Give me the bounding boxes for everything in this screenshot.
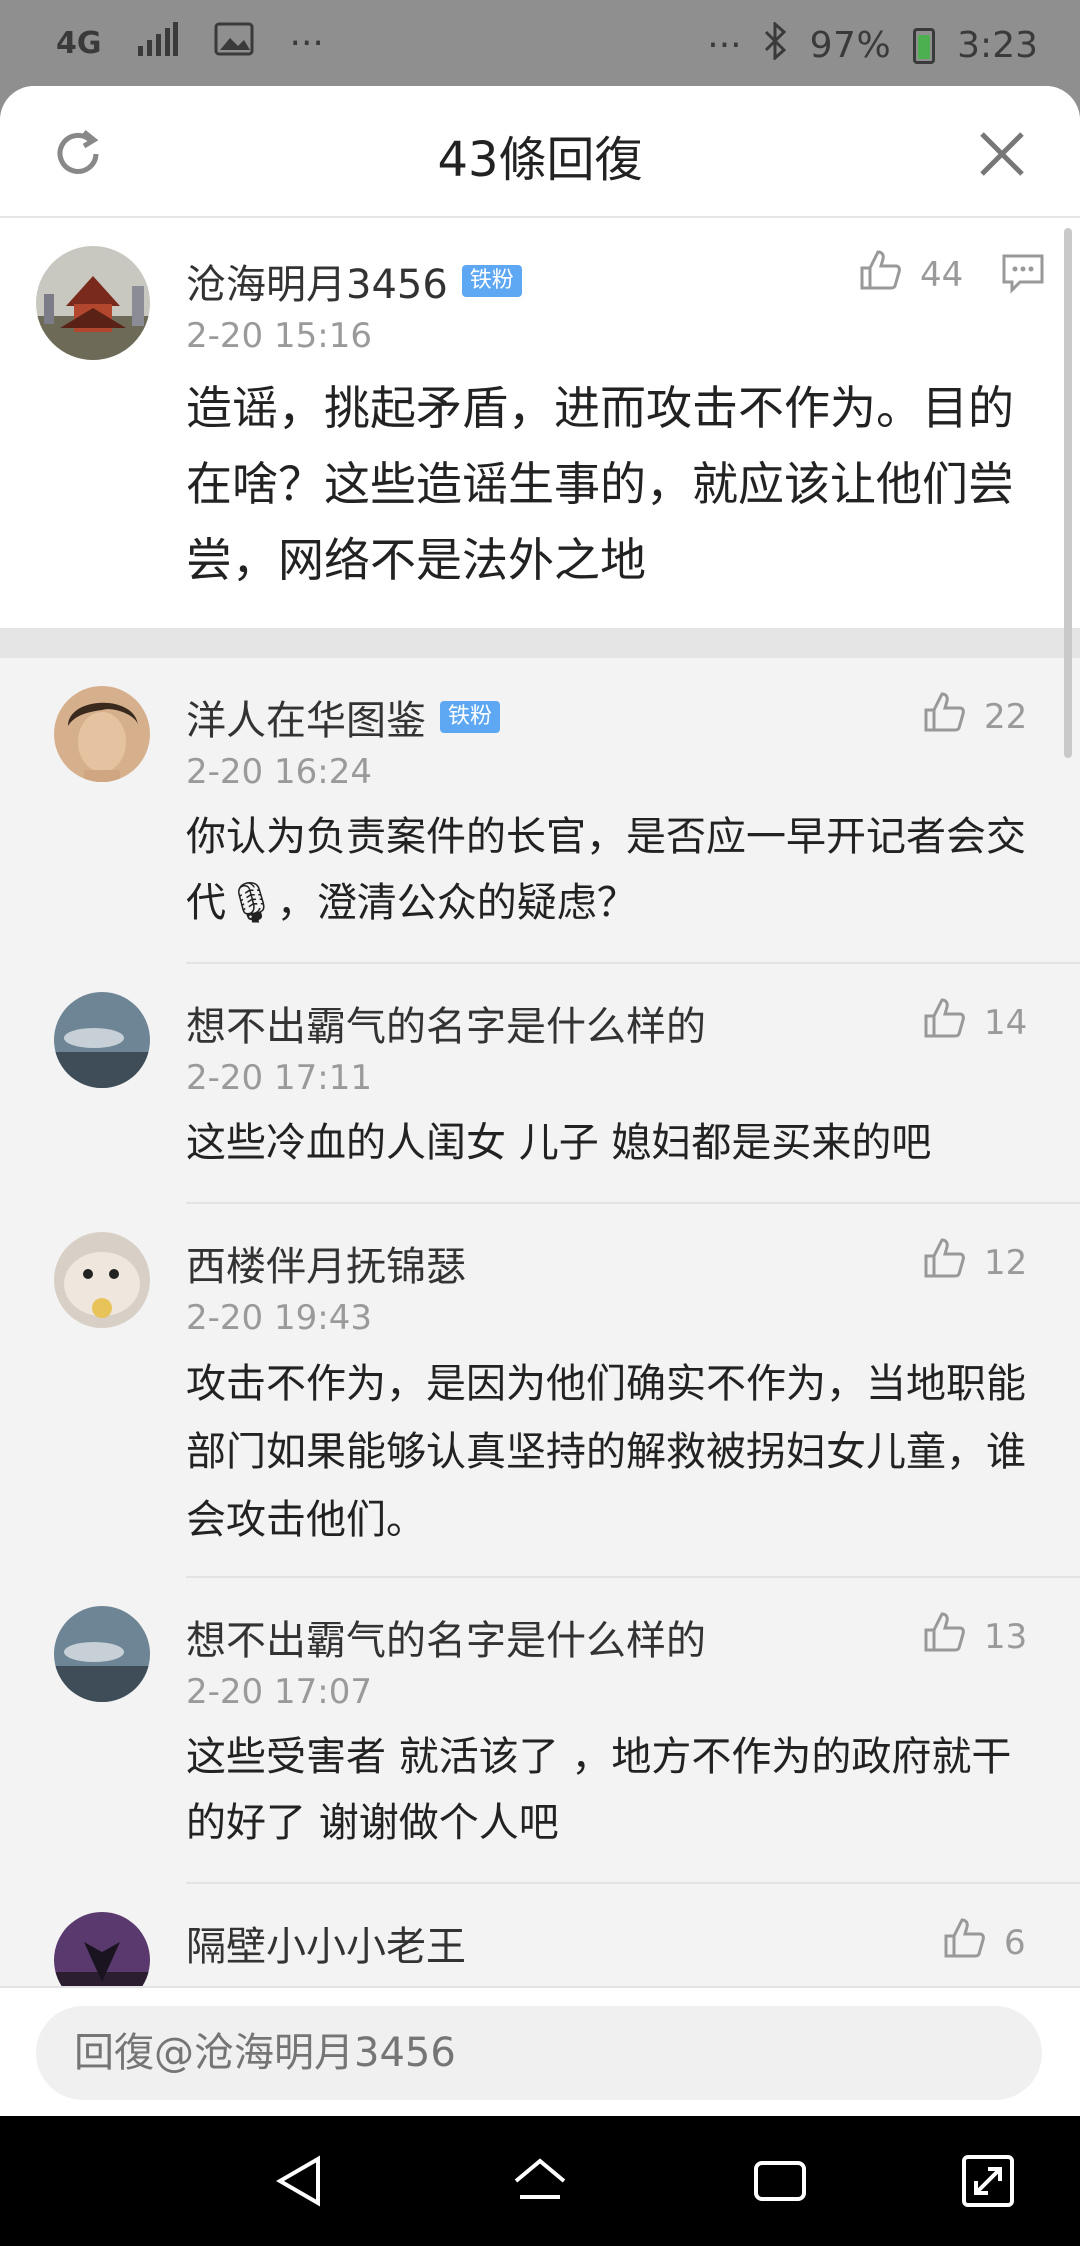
network-indicator: 4G — [56, 26, 102, 61]
close-icon[interactable] — [974, 126, 1030, 182]
reply-icon[interactable] — [1000, 250, 1046, 296]
avatar[interactable] — [54, 992, 150, 1088]
comment-text: 造谣，挑起矛盾，进而攻击不作为。目的在啥？这些造谣生事的，就应该让他们尝尝，网络… — [186, 381, 1014, 587]
comment-sheet: 43條回復 沧海明月3456 铁粉 2-20 15:16 44 造谣，挑起矛盾，… — [0, 86, 1080, 2116]
avatar[interactable] — [36, 246, 150, 360]
reply-author[interactable]: 西楼伴月抚锦瑟 — [186, 1234, 466, 1292]
avatar[interactable] — [54, 1232, 150, 1328]
author-name[interactable]: 洋人在华图鉴 — [186, 688, 426, 746]
clock: 3:23 — [957, 25, 1038, 66]
list-item: 想不出霸气的名字是什么样的 2-20 17:11 14 这些冷血的人闺女 儿子 … — [0, 964, 1080, 1204]
like-button[interactable]: 14 — [920, 994, 1027, 1051]
reply-author[interactable]: 隔壁小小小老王 — [186, 1914, 466, 1972]
comment-author[interactable]: 沧海明月3456 铁粉 — [186, 252, 522, 310]
like-button[interactable]: 12 — [920, 1234, 1027, 1291]
like-button[interactable]: 6 — [940, 1914, 1026, 1971]
more-notifications-left: ··· — [289, 23, 324, 64]
like-count: 44 — [920, 254, 964, 295]
list-item: 隔壁小小小老王 6 — [0, 1884, 1080, 1986]
back-icon[interactable] — [270, 2151, 330, 2211]
avatar[interactable] — [54, 1606, 150, 1702]
comment-time: 2-20 15:16 — [186, 316, 372, 356]
like-button[interactable]: 44 — [856, 246, 963, 303]
reply-text: 攻击不作为，是因为他们确实不作为，当地职能部门如果能够认真坚持的解救被拐妇女儿童… — [186, 1361, 1026, 1543]
author-name[interactable]: 想不出霸气的名字是什么样的 — [186, 994, 706, 1052]
navigation-bar — [0, 2116, 1080, 2246]
bluetooth-icon — [764, 20, 788, 69]
reply-time: 2-20 17:11 — [186, 1058, 372, 1098]
reply-author[interactable]: 想不出霸气的名字是什么样的 — [186, 994, 706, 1052]
author-name[interactable]: 西楼伴月抚锦瑟 — [186, 1234, 466, 1292]
more-notifications-right: ··· — [707, 25, 742, 66]
thumbs-up-icon — [920, 994, 968, 1051]
author-name[interactable]: 沧海明月3456 — [186, 252, 448, 310]
expand-icon[interactable] — [958, 2151, 1018, 2211]
reply-text: 你认为负责案件的长官，是否应一早开记者会交代🎙，澄清公众的疑虑？ — [186, 814, 1026, 926]
sheet-header: 43條回復 — [0, 86, 1080, 218]
reply-time: 2-20 17:07 — [186, 1672, 372, 1712]
thumbs-up-icon — [856, 246, 904, 303]
thumbs-up-icon — [920, 1234, 968, 1291]
section-divider — [0, 628, 1080, 658]
gallery-icon — [214, 22, 254, 65]
like-button[interactable]: 13 — [920, 1608, 1027, 1665]
like-count: 22 — [984, 696, 1028, 737]
list-item: 想不出霸气的名字是什么样的 2-20 17:07 13 这些受害者 就活该了 ，… — [0, 1578, 1080, 1884]
main-comment: 沧海明月3456 铁粉 2-20 15:16 44 造谣，挑起矛盾，进而攻击不作… — [0, 218, 1080, 628]
signal-icon — [137, 22, 178, 65]
thumbs-up-icon — [920, 1608, 968, 1665]
author-name[interactable]: 想不出霸气的名字是什么样的 — [186, 1608, 706, 1666]
reply-input[interactable] — [36, 2006, 1042, 2100]
sheet-title: 43條回復 — [437, 132, 643, 188]
like-count: 14 — [984, 1002, 1028, 1043]
list-item: 洋人在华图鉴 铁粉 2-20 16:24 22 你认为负责案件的长官，是否应一早… — [0, 658, 1080, 964]
fan-badge: 铁粉 — [461, 265, 522, 297]
avatar[interactable] — [54, 686, 150, 782]
reply-author[interactable]: 洋人在华图鉴 铁粉 — [186, 688, 501, 746]
like-count: 6 — [1004, 1922, 1026, 1963]
fan-badge: 铁粉 — [440, 701, 501, 733]
comment-scroll-area[interactable]: 沧海明月3456 铁粉 2-20 15:16 44 造谣，挑起矛盾，进而攻击不作… — [0, 218, 1080, 1986]
scrollbar[interactable] — [1064, 228, 1072, 758]
thumbs-up-icon — [940, 1914, 988, 1971]
thumbs-up-icon — [920, 688, 968, 745]
author-name[interactable]: 隔壁小小小老王 — [186, 1914, 466, 1972]
like-button[interactable]: 22 — [920, 688, 1027, 745]
reply-text: 这些受害者 就活该了 ，地方不作为的政府就干的好了 谢谢做个人吧 — [186, 1734, 1012, 1846]
status-bar: 4G ··· ··· 97% 3:23 — [0, 0, 1080, 90]
reply-author[interactable]: 想不出霸气的名字是什么样的 — [186, 1608, 706, 1666]
list-item: 西楼伴月抚锦瑟 2-20 19:43 12 攻击不作为，是因为他们确实不作为，当… — [0, 1204, 1080, 1578]
like-count: 12 — [984, 1242, 1028, 1283]
reply-input-bar — [0, 1986, 1080, 2116]
home-icon[interactable] — [510, 2151, 570, 2211]
recents-icon[interactable] — [750, 2151, 810, 2211]
like-count: 13 — [984, 1616, 1028, 1657]
battery-icon — [913, 27, 936, 64]
reply-time: 2-20 16:24 — [186, 752, 372, 792]
battery-percent: 97% — [809, 25, 892, 66]
avatar[interactable] — [54, 1912, 150, 1986]
reply-text: 这些冷血的人闺女 儿子 媳妇都是买来的吧 — [186, 1120, 932, 1166]
reply-time: 2-20 19:43 — [186, 1298, 372, 1338]
